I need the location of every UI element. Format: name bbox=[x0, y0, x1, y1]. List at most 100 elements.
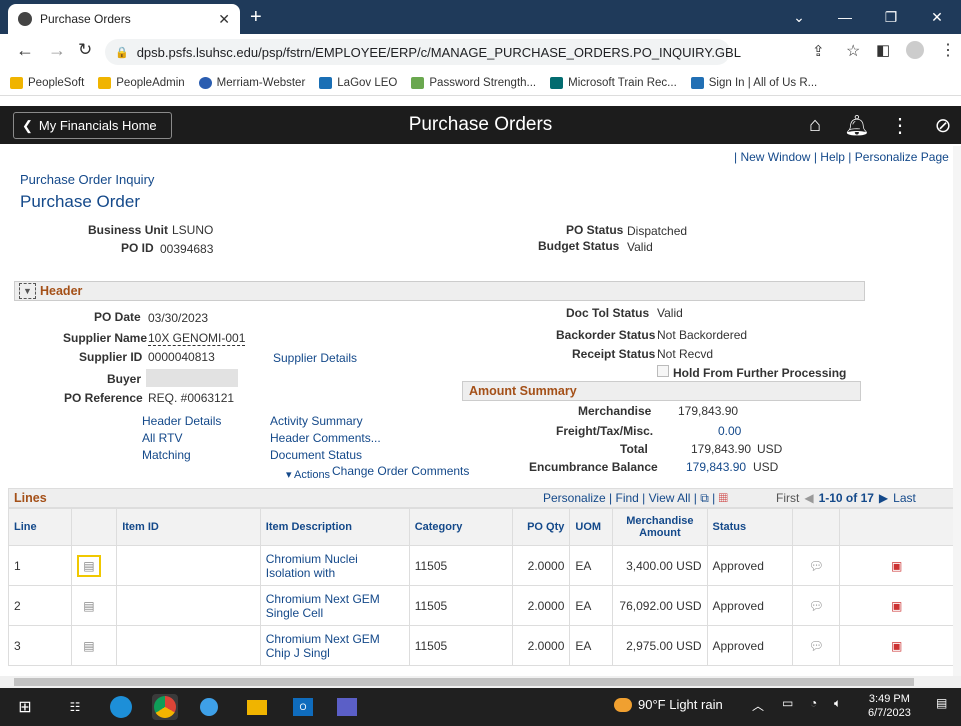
po-status-value: Dispatched bbox=[627, 224, 688, 238]
last-link[interactable]: Last bbox=[893, 491, 916, 505]
profile-icon[interactable] bbox=[906, 41, 924, 59]
close-icon[interactable]: ✕ bbox=[218, 11, 230, 28]
doc-tol-label: Doc Tol Status bbox=[566, 306, 650, 320]
range-text: 1-10 of 17 bbox=[818, 491, 874, 505]
supplier-id-label: Supplier ID bbox=[79, 350, 143, 364]
star-icon[interactable]: ☆ bbox=[846, 41, 860, 61]
item-desc-link[interactable]: Chromium Nuclei Isolation with bbox=[259, 545, 410, 586]
vertical-scrollbar[interactable] bbox=[953, 146, 961, 676]
chrome-icon[interactable] bbox=[152, 694, 178, 720]
wifi-icon[interactable]: ◔ bbox=[810, 696, 817, 710]
item-desc-link[interactable]: Chromium Next GEM Single Cell bbox=[259, 585, 410, 626]
line-details-icon[interactable]: ▤ bbox=[77, 637, 100, 655]
forward-icon[interactable]: → bbox=[48, 40, 66, 61]
edge-icon[interactable] bbox=[108, 694, 134, 720]
bookmark-all-of-us[interactable]: Sign In | All of Us R... bbox=[690, 76, 817, 89]
navbar-compass-icon[interactable]: ⊘ bbox=[928, 106, 958, 144]
supplier-name-label: Supplier Name bbox=[63, 331, 148, 345]
chevron-down-icon[interactable]: ⌄ bbox=[776, 0, 822, 34]
doc-tol-value: Valid bbox=[657, 306, 683, 320]
bookmark-peopleadmin[interactable]: PeopleAdmin bbox=[98, 76, 185, 89]
comment-icon[interactable]: 💬︎ bbox=[809, 599, 824, 613]
line-details-icon[interactable]: ▤ bbox=[77, 554, 101, 577]
document-status-link[interactable]: Document Status bbox=[270, 448, 362, 462]
outlook-icon[interactable]: O bbox=[290, 694, 316, 720]
header-details-link[interactable]: Header Details bbox=[142, 414, 221, 428]
teams-icon[interactable] bbox=[334, 694, 360, 720]
home-icon[interactable]: ⌂ bbox=[800, 106, 830, 144]
all-rtv-link[interactable]: All RTV bbox=[142, 431, 182, 445]
encumbrance-value[interactable]: 179,843.90 bbox=[686, 460, 746, 474]
supplier-details-link[interactable]: Supplier Details bbox=[273, 351, 357, 365]
item-desc-link[interactable]: Chromium Next GEM Chip J Singl bbox=[259, 625, 410, 666]
col-merch-amount: Merchandise Amount bbox=[612, 508, 708, 546]
sap-icon bbox=[319, 76, 333, 89]
bookmark-password-strength[interactable]: Password Strength... bbox=[411, 76, 536, 89]
matching-link[interactable]: Matching bbox=[142, 448, 191, 462]
header-section-bar[interactable]: ▼ Header bbox=[14, 281, 865, 301]
first-link[interactable]: First bbox=[776, 491, 799, 505]
grid-viewall-link[interactable]: View All bbox=[649, 491, 691, 505]
app-icon[interactable] bbox=[196, 694, 222, 720]
browser-tab[interactable]: Purchase Orders ✕ bbox=[8, 4, 240, 34]
horizontal-scrollbar[interactable] bbox=[0, 676, 961, 688]
tray-chevron-icon[interactable]: ︿ bbox=[752, 697, 764, 714]
restore-icon[interactable]: ❐ bbox=[868, 0, 914, 34]
activity-summary-link[interactable]: Activity Summary bbox=[270, 414, 363, 428]
menu-icon[interactable]: ⋮ bbox=[940, 40, 956, 60]
bell-icon[interactable]: 🔔︎ bbox=[842, 106, 872, 144]
network-icon[interactable]: ▭ bbox=[782, 696, 793, 710]
comment-icon[interactable]: 💬︎ bbox=[809, 639, 824, 653]
document-icon[interactable]: ▣ bbox=[891, 639, 902, 653]
col-line: Line bbox=[8, 508, 73, 546]
download-icon[interactable]: ▦ bbox=[719, 491, 728, 505]
share-icon[interactable]: ⇪ bbox=[812, 42, 825, 60]
change-order-comments-link[interactable]: Change Order Comments bbox=[332, 464, 469, 478]
zoom-icon[interactable]: ⧉ bbox=[700, 491, 709, 505]
help-link[interactable]: Help bbox=[820, 150, 845, 164]
amount-summary-bar: Amount Summary bbox=[462, 381, 861, 401]
url-field[interactable]: 🔒 dpsb.psfs.lsuhsc.edu/psp/fstrn/EMPLOYE… bbox=[105, 39, 741, 65]
line-details-icon[interactable]: ▤ bbox=[77, 597, 100, 615]
document-icon[interactable]: ▣ bbox=[891, 559, 902, 573]
bookmark-peoplesoft[interactable]: PeopleSoft bbox=[10, 76, 84, 89]
sidepanel-icon[interactable]: ◧ bbox=[876, 41, 890, 59]
bookmark-lagov-leo[interactable]: LaGov LEO bbox=[319, 76, 397, 89]
lock-icon: 🔒 bbox=[115, 46, 129, 59]
windows-start-icon[interactable]: ⊞ bbox=[12, 694, 38, 720]
lines-title: Lines bbox=[14, 491, 47, 505]
volume-icon[interactable]: 🔈︎ bbox=[834, 696, 841, 711]
comment-icon[interactable]: 💬︎ bbox=[809, 559, 824, 573]
next-icon[interactable]: ▶ bbox=[879, 491, 888, 505]
lines-tools: Personalize | Find | View All | ⧉ | ▦ bbox=[543, 491, 728, 505]
clock[interactable]: 3:49 PM 6/7/2023 bbox=[868, 692, 911, 720]
new-window-link[interactable]: New Window bbox=[740, 150, 810, 164]
supplier-name-value[interactable]: 10X GENOMI-001 bbox=[148, 331, 246, 346]
hold-checkbox[interactable] bbox=[657, 365, 669, 377]
close-window-icon[interactable]: ✕ bbox=[914, 0, 960, 34]
buyer-label: Buyer bbox=[107, 372, 142, 386]
bookmark-merriam-webster[interactable]: Merriam-Webster bbox=[198, 76, 305, 89]
notifications-icon[interactable]: ▤ bbox=[936, 696, 947, 710]
prev-icon[interactable]: ◀ bbox=[804, 491, 813, 505]
taskview-icon[interactable]: ☷ bbox=[62, 694, 88, 720]
freight-value[interactable]: 0.00 bbox=[718, 424, 741, 438]
actions-menu[interactable]: ▾ Actions bbox=[286, 468, 330, 481]
reload-icon[interactable]: ↻ bbox=[78, 40, 92, 60]
personalize-page-link[interactable]: Personalize Page bbox=[855, 150, 949, 164]
new-tab-icon[interactable]: + bbox=[250, 6, 262, 29]
minimize-icon[interactable]: — bbox=[822, 0, 868, 34]
collapse-icon[interactable]: ▼ bbox=[19, 283, 36, 299]
bookmark-microsoft-train[interactable]: Microsoft Train Rec... bbox=[550, 76, 677, 89]
grid-personalize-link[interactable]: Personalize bbox=[543, 491, 606, 505]
mw-icon bbox=[198, 76, 212, 89]
actions-menu-icon[interactable]: ⋮ bbox=[888, 106, 912, 144]
home-back-button[interactable]: ❮ My Financials Home bbox=[13, 112, 172, 139]
file-explorer-icon[interactable] bbox=[244, 694, 270, 720]
grid-find-link[interactable]: Find bbox=[616, 491, 639, 505]
chevron-left-icon: ❮ bbox=[22, 117, 33, 133]
document-icon[interactable]: ▣ bbox=[891, 599, 902, 613]
weather-widget[interactable]: 90°F Light rain bbox=[614, 697, 723, 712]
header-comments-link[interactable]: Header Comments... bbox=[270, 431, 381, 445]
back-icon[interactable]: ← bbox=[16, 40, 34, 61]
